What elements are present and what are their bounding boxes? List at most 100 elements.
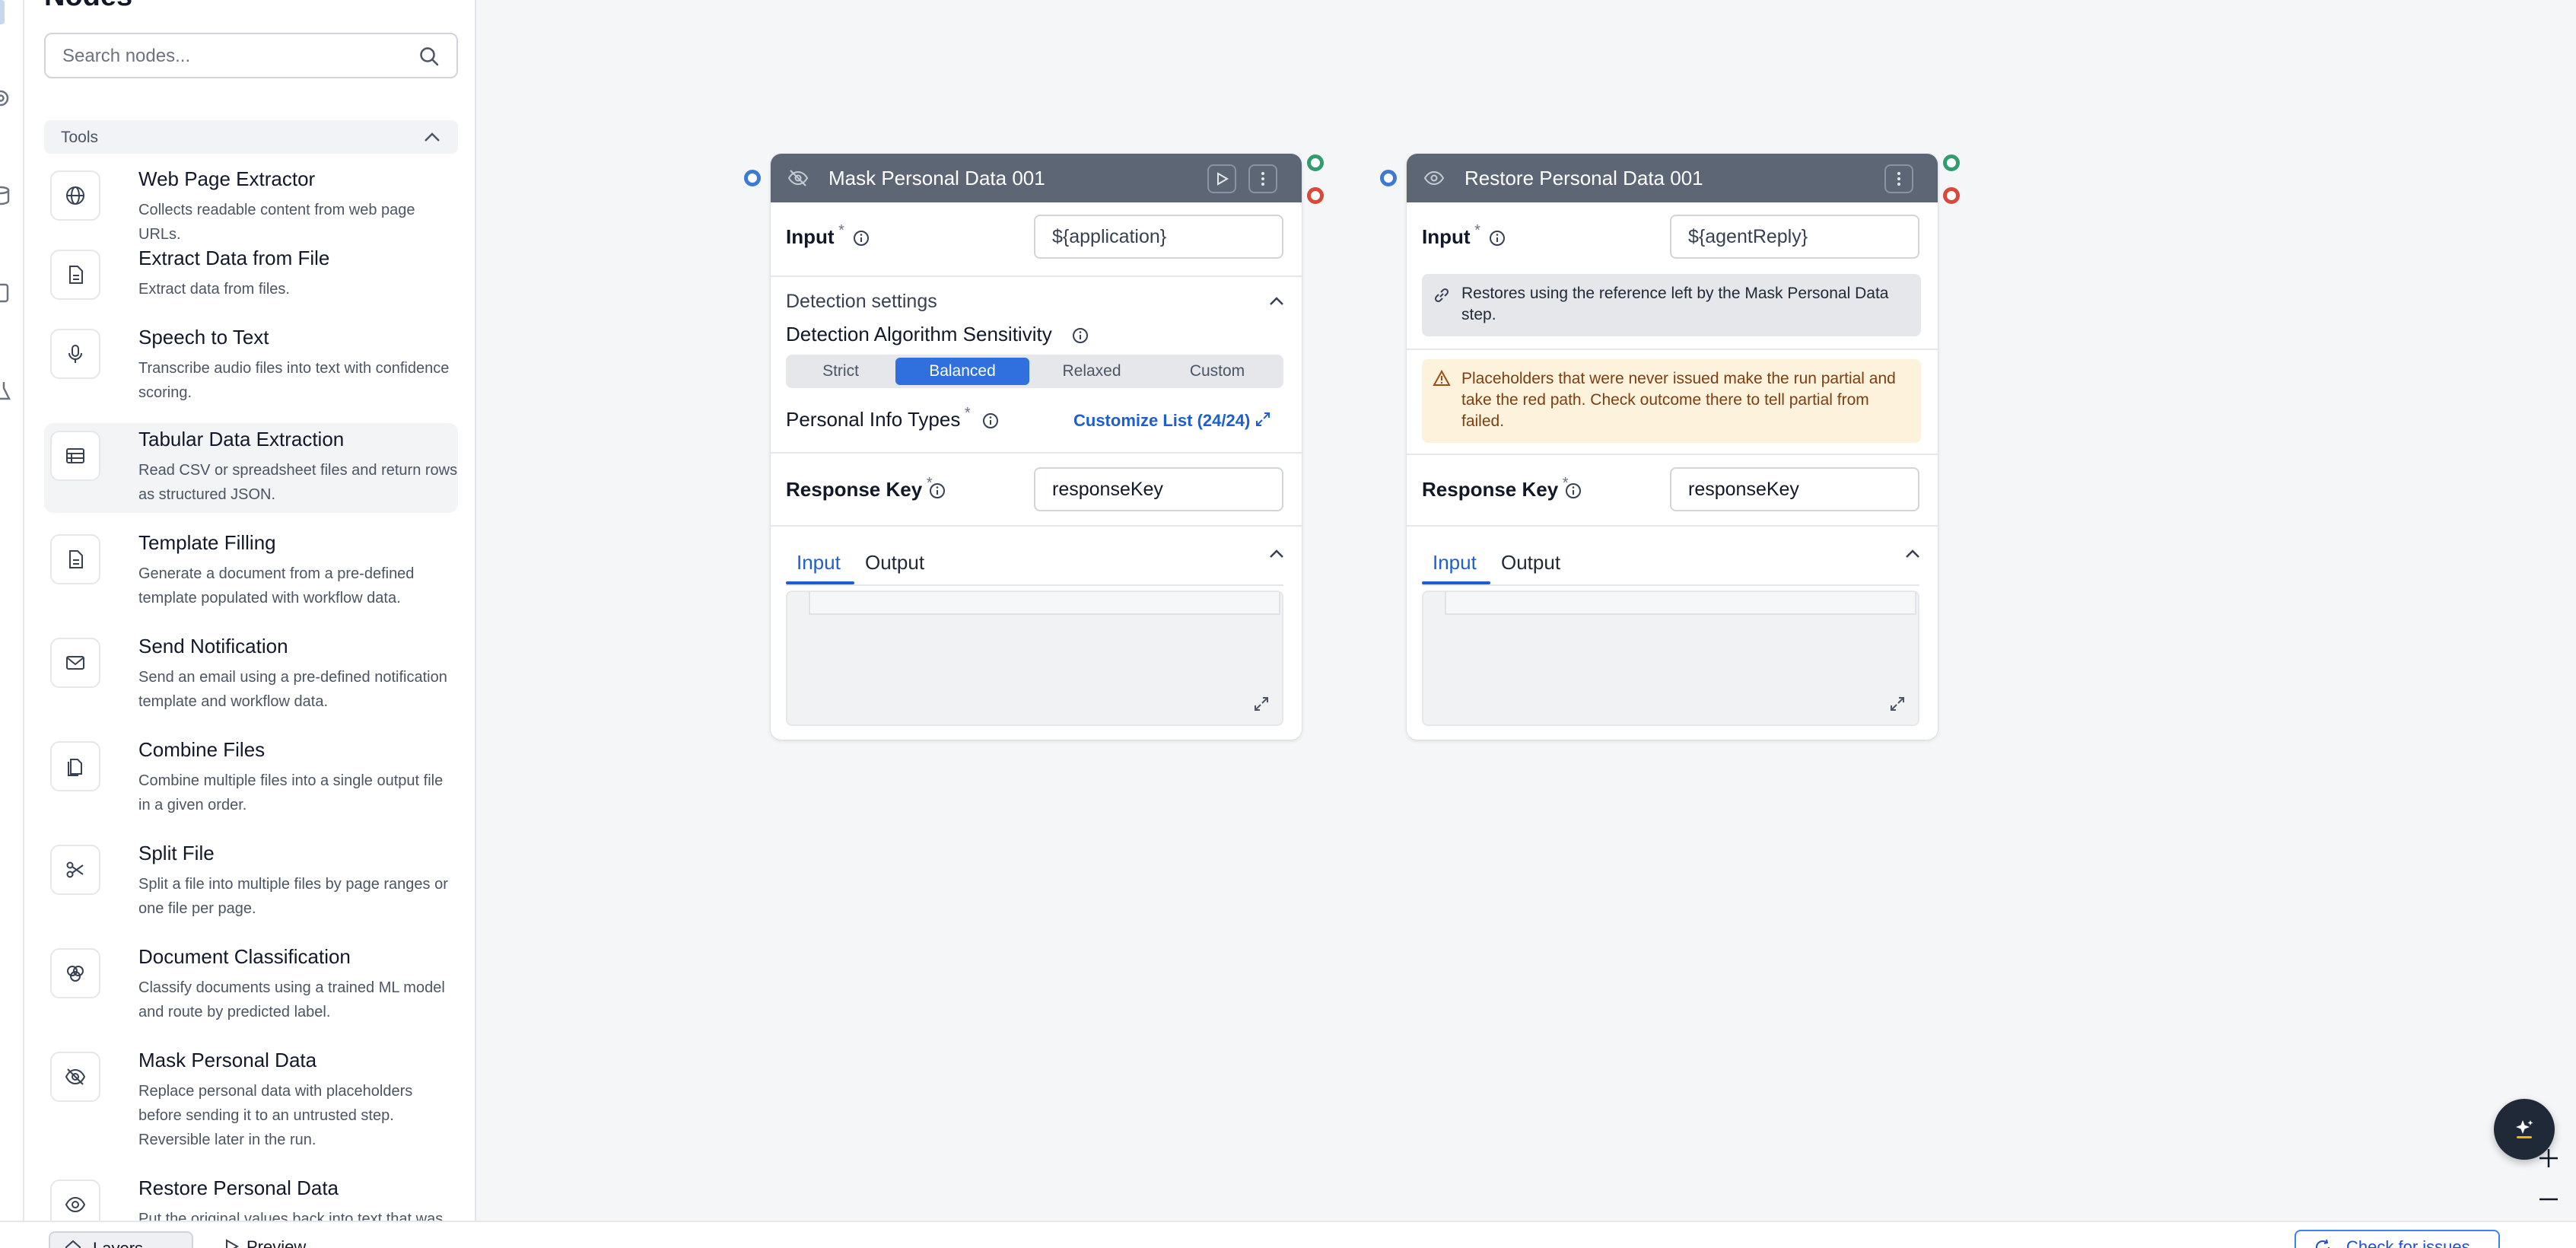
tool-name: Speech to Text <box>138 326 269 349</box>
info-types-label: Personal Info Types * <box>786 405 971 431</box>
expand-icon[interactable] <box>1889 696 1906 712</box>
run-button[interactable] <box>1207 164 1236 193</box>
input-port[interactable] <box>1380 170 1397 186</box>
warning-icon <box>1433 370 1451 387</box>
chevron-up-icon[interactable] <box>1268 548 1285 560</box>
tab-output[interactable]: Output <box>865 551 924 575</box>
expand-icon[interactable] <box>1253 696 1270 712</box>
input-field[interactable] <box>1034 215 1283 259</box>
io-content-area[interactable] <box>1422 591 1919 726</box>
gear-icon[interactable] <box>0 87 12 110</box>
info-icon[interactable] <box>929 482 946 499</box>
node-header[interactable]: Mask Personal Data 001 <box>771 154 1302 202</box>
divider <box>1407 525 1938 527</box>
section-tools[interactable]: Tools <box>44 120 458 154</box>
files-icon <box>50 741 100 791</box>
file-text-icon <box>50 250 100 300</box>
chevron-up-icon[interactable] <box>1904 548 1921 560</box>
eye-icon <box>1423 169 1445 187</box>
warning-notice: Placeholders that were never issued make… <box>1422 359 1921 443</box>
tool-web-page-extractor[interactable]: Web Page Extractor Collects readable con… <box>44 163 458 243</box>
tool-name: Document Classification <box>138 945 351 968</box>
input-port[interactable] <box>744 170 761 186</box>
tool-desc: Put the original values back into text t… <box>138 1211 444 1221</box>
tool-name: Send Notification <box>138 635 288 657</box>
response-key-label: Response Key * <box>786 475 933 501</box>
option-relaxed[interactable]: Relaxed <box>1032 358 1151 385</box>
tool-name: Split File <box>138 842 215 864</box>
info-icon[interactable] <box>853 230 870 247</box>
tool-combine-files[interactable]: Combine Files Combine multiple files int… <box>44 734 458 829</box>
database-icon[interactable] <box>0 184 12 207</box>
info-icon[interactable] <box>1489 230 1506 247</box>
response-key-input[interactable] <box>1034 467 1283 511</box>
error-port[interactable] <box>1943 187 1960 204</box>
tool-split-file[interactable]: Split File Split a file into multiple fi… <box>44 837 458 933</box>
tab-input[interactable]: Input <box>1433 551 1477 575</box>
tool-tabular-data-extraction[interactable]: Tabular Data Extraction Read CSV or spre… <box>44 423 458 513</box>
tool-template-filling[interactable]: Template Filling Generate a document fro… <box>44 527 458 622</box>
mask-personal-data-node[interactable]: Mask Personal Data 001 Input * Detection… <box>771 154 1302 740</box>
tool-send-notification[interactable]: Send Notification Send an email using a … <box>44 630 458 726</box>
info-icon[interactable] <box>1565 482 1582 499</box>
check-for-issues-button[interactable]: Check for issues <box>2295 1230 2500 1248</box>
expand-icon[interactable] <box>1255 411 1271 428</box>
tab-input[interactable]: Input <box>797 551 841 575</box>
play-icon <box>226 1239 240 1248</box>
tool-extract-data-from-file[interactable]: Extract Data from File Extract data from… <box>44 242 458 315</box>
tab-preview-label: Preview <box>246 1237 307 1248</box>
chevron-up-icon[interactable] <box>423 129 441 145</box>
search-icon[interactable] <box>418 46 440 67</box>
io-code-line <box>1445 592 1916 615</box>
brain-icon <box>50 948 100 998</box>
response-key-label: Response Key * <box>1422 475 1569 501</box>
left-rail <box>0 0 24 1221</box>
info-icon[interactable] <box>982 412 999 429</box>
success-port[interactable] <box>1307 154 1324 171</box>
tool-restore-personal-data[interactable]: Restore Personal Data Put the original v… <box>44 1172 458 1221</box>
tab-layers[interactable]: Layers <box>49 1231 193 1248</box>
input-label: Input * <box>786 222 844 248</box>
search-input[interactable] <box>62 43 412 69</box>
divider <box>1407 454 1938 455</box>
tool-speech-to-text[interactable]: Speech to Text Transcribe audio files in… <box>44 321 458 417</box>
option-custom[interactable]: Custom <box>1154 358 1280 385</box>
document-icon[interactable] <box>0 282 12 304</box>
more-options-button[interactable] <box>1248 164 1277 193</box>
tab-output[interactable]: Output <box>1501 551 1560 575</box>
tool-mask-personal-data[interactable]: Mask Personal Data Replace personal data… <box>44 1044 458 1158</box>
tool-document-classification[interactable]: Document Classification Classify documen… <box>44 941 458 1036</box>
sparkle-icon <box>2516 1120 2533 1138</box>
zoom-out-button[interactable] <box>2535 1186 2562 1213</box>
home-icon <box>65 1240 81 1248</box>
eye-off-icon <box>50 1052 100 1102</box>
input-field[interactable] <box>1670 215 1919 259</box>
node-header[interactable]: Restore Personal Data 001 <box>1407 154 1938 202</box>
nodes-panel: Nodes Tools Web Page Extractor Collects … <box>24 0 476 1221</box>
customize-list-link[interactable]: Customize List (24/24) <box>1073 411 1250 431</box>
divider <box>786 584 1283 586</box>
option-strict[interactable]: Strict <box>789 358 892 385</box>
refresh-icon <box>2316 1239 2330 1248</box>
eye-off-icon <box>787 169 809 187</box>
scissors-icon <box>50 845 100 895</box>
restore-personal-data-node[interactable]: Restore Personal Data 001 Input * Restor… <box>1407 154 1938 740</box>
option-balanced[interactable]: Balanced <box>895 358 1029 385</box>
io-code-line <box>809 592 1280 615</box>
io-content-area[interactable] <box>786 591 1283 726</box>
error-port[interactable] <box>1307 187 1324 204</box>
node-title: Mask Personal Data 001 <box>828 167 1045 189</box>
input-label: Input * <box>1422 222 1480 248</box>
zoom-in-button[interactable] <box>2535 1145 2562 1172</box>
flask-icon[interactable] <box>0 379 12 402</box>
response-key-input[interactable] <box>1670 467 1919 511</box>
more-options-button[interactable] <box>1884 164 1913 193</box>
detection-settings-header[interactable]: Detection settings <box>786 291 937 313</box>
chevron-up-icon[interactable] <box>1268 295 1285 307</box>
mail-icon <box>50 638 100 688</box>
section-label: Tools <box>61 129 99 146</box>
globe-icon <box>50 170 100 221</box>
info-icon[interactable] <box>1072 327 1089 344</box>
success-port[interactable] <box>1943 154 1960 171</box>
tab-preview[interactable]: Preview <box>216 1231 330 1248</box>
